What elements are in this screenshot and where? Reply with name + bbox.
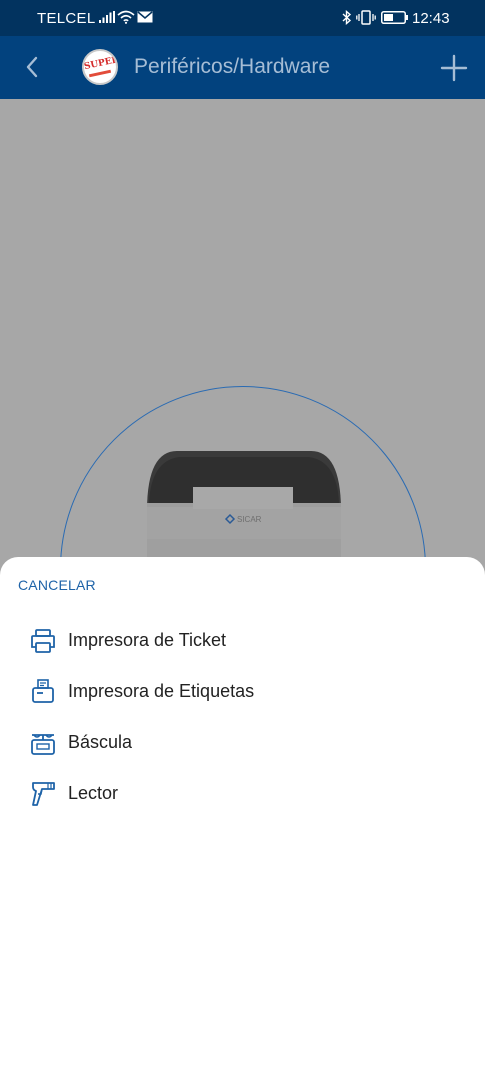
logo-stripe bbox=[88, 69, 112, 78]
clock: 12:43 bbox=[412, 10, 450, 27]
bluetooth-icon bbox=[342, 10, 352, 25]
scale-icon bbox=[31, 734, 55, 755]
status-bar: TELCEL 12:43 bbox=[0, 0, 485, 36]
add-button[interactable] bbox=[437, 51, 471, 85]
carrier-label: TELCEL bbox=[37, 10, 96, 27]
bottom-sheet: CANCELAR Impresora de Ticket Impresora d… bbox=[0, 557, 485, 1080]
menu-item-scanner[interactable]: Lector bbox=[0, 770, 485, 816]
signal-icon bbox=[99, 11, 115, 23]
logo-text: SUPER bbox=[83, 55, 118, 73]
vibrate-icon bbox=[356, 10, 376, 25]
svg-text:SICAR: SICAR bbox=[237, 515, 262, 524]
menu-item-scale[interactable]: Báscula bbox=[0, 719, 485, 765]
menu-item-ticket-printer[interactable]: Impresora de Ticket bbox=[0, 617, 485, 663]
wifi-icon bbox=[117, 10, 135, 24]
menu-item-label: Impresora de Ticket bbox=[68, 630, 227, 650]
battery-icon bbox=[381, 11, 408, 24]
menu-item-label: Báscula bbox=[68, 732, 133, 752]
menu-item-label: Impresora de Etiquetas bbox=[68, 681, 255, 701]
mail-icon bbox=[137, 11, 153, 23]
chevron-left-icon bbox=[26, 56, 38, 78]
label-printer-icon bbox=[32, 679, 54, 703]
plus-icon bbox=[440, 54, 468, 82]
scanner-icon bbox=[32, 782, 55, 806]
printer-icon bbox=[31, 629, 55, 653]
cancel-button[interactable]: CANCELAR bbox=[18, 577, 96, 593]
page-title: Periféricos/Hardware bbox=[134, 55, 331, 78]
menu-item-label: Lector bbox=[68, 783, 119, 803]
store-logo: SUPER bbox=[82, 49, 118, 85]
back-button[interactable] bbox=[16, 50, 50, 84]
menu-item-label-printer[interactable]: Impresora de Etiquetas bbox=[0, 668, 485, 714]
app-bar: SUPER Periféricos/Hardware bbox=[0, 36, 485, 99]
